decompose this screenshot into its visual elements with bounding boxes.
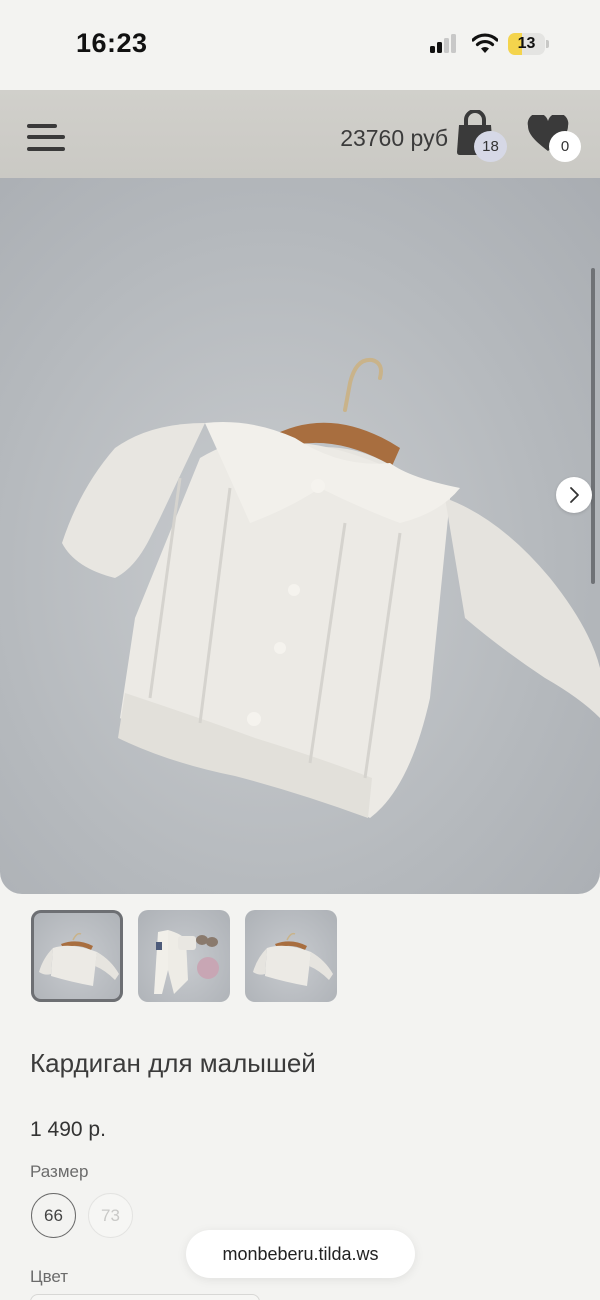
thumbnail-1[interactable] — [31, 910, 123, 1002]
product-title: Кардиган для малышей — [30, 1048, 316, 1078]
battery-icon: 13 — [508, 33, 549, 55]
thumbnail-image — [154, 930, 219, 994]
cart-count-badge: 18 — [474, 131, 507, 162]
size-label: Размер — [30, 1162, 89, 1181]
browser-url-bar[interactable]: monbeberu.tilda.ws — [186, 1230, 415, 1278]
product-price: 1 490 р. — [30, 1118, 106, 1141]
menu-button[interactable] — [27, 122, 67, 154]
chevron-right-icon — [570, 487, 579, 503]
wifi-icon — [472, 33, 498, 53]
thumbnail-image — [253, 932, 333, 986]
size-option-73[interactable]: 73 — [88, 1193, 133, 1238]
color-select[interactable] — [30, 1294, 260, 1300]
thumbnail-2[interactable] — [138, 910, 230, 1002]
gallery-next-button[interactable] — [556, 477, 592, 513]
size-option-66[interactable]: 66 — [31, 1193, 76, 1238]
status-bar: 16:23 13 — [0, 0, 600, 90]
signal-icon — [430, 34, 456, 53]
product-photo-cardigan — [62, 357, 600, 818]
wishlist-count-badge: 0 — [549, 131, 581, 162]
status-time: 16:23 — [76, 28, 148, 58]
thumbnail-image — [39, 932, 119, 986]
gallery-scrollbar[interactable] — [591, 268, 595, 584]
color-label: Цвет — [30, 1267, 69, 1286]
battery-level: 13 — [517, 35, 536, 52]
product-image-gallery[interactable] — [0, 178, 600, 894]
site-header — [0, 90, 600, 178]
cart-total: 23760 руб — [340, 125, 448, 151]
thumbnail-3[interactable] — [245, 910, 337, 1002]
